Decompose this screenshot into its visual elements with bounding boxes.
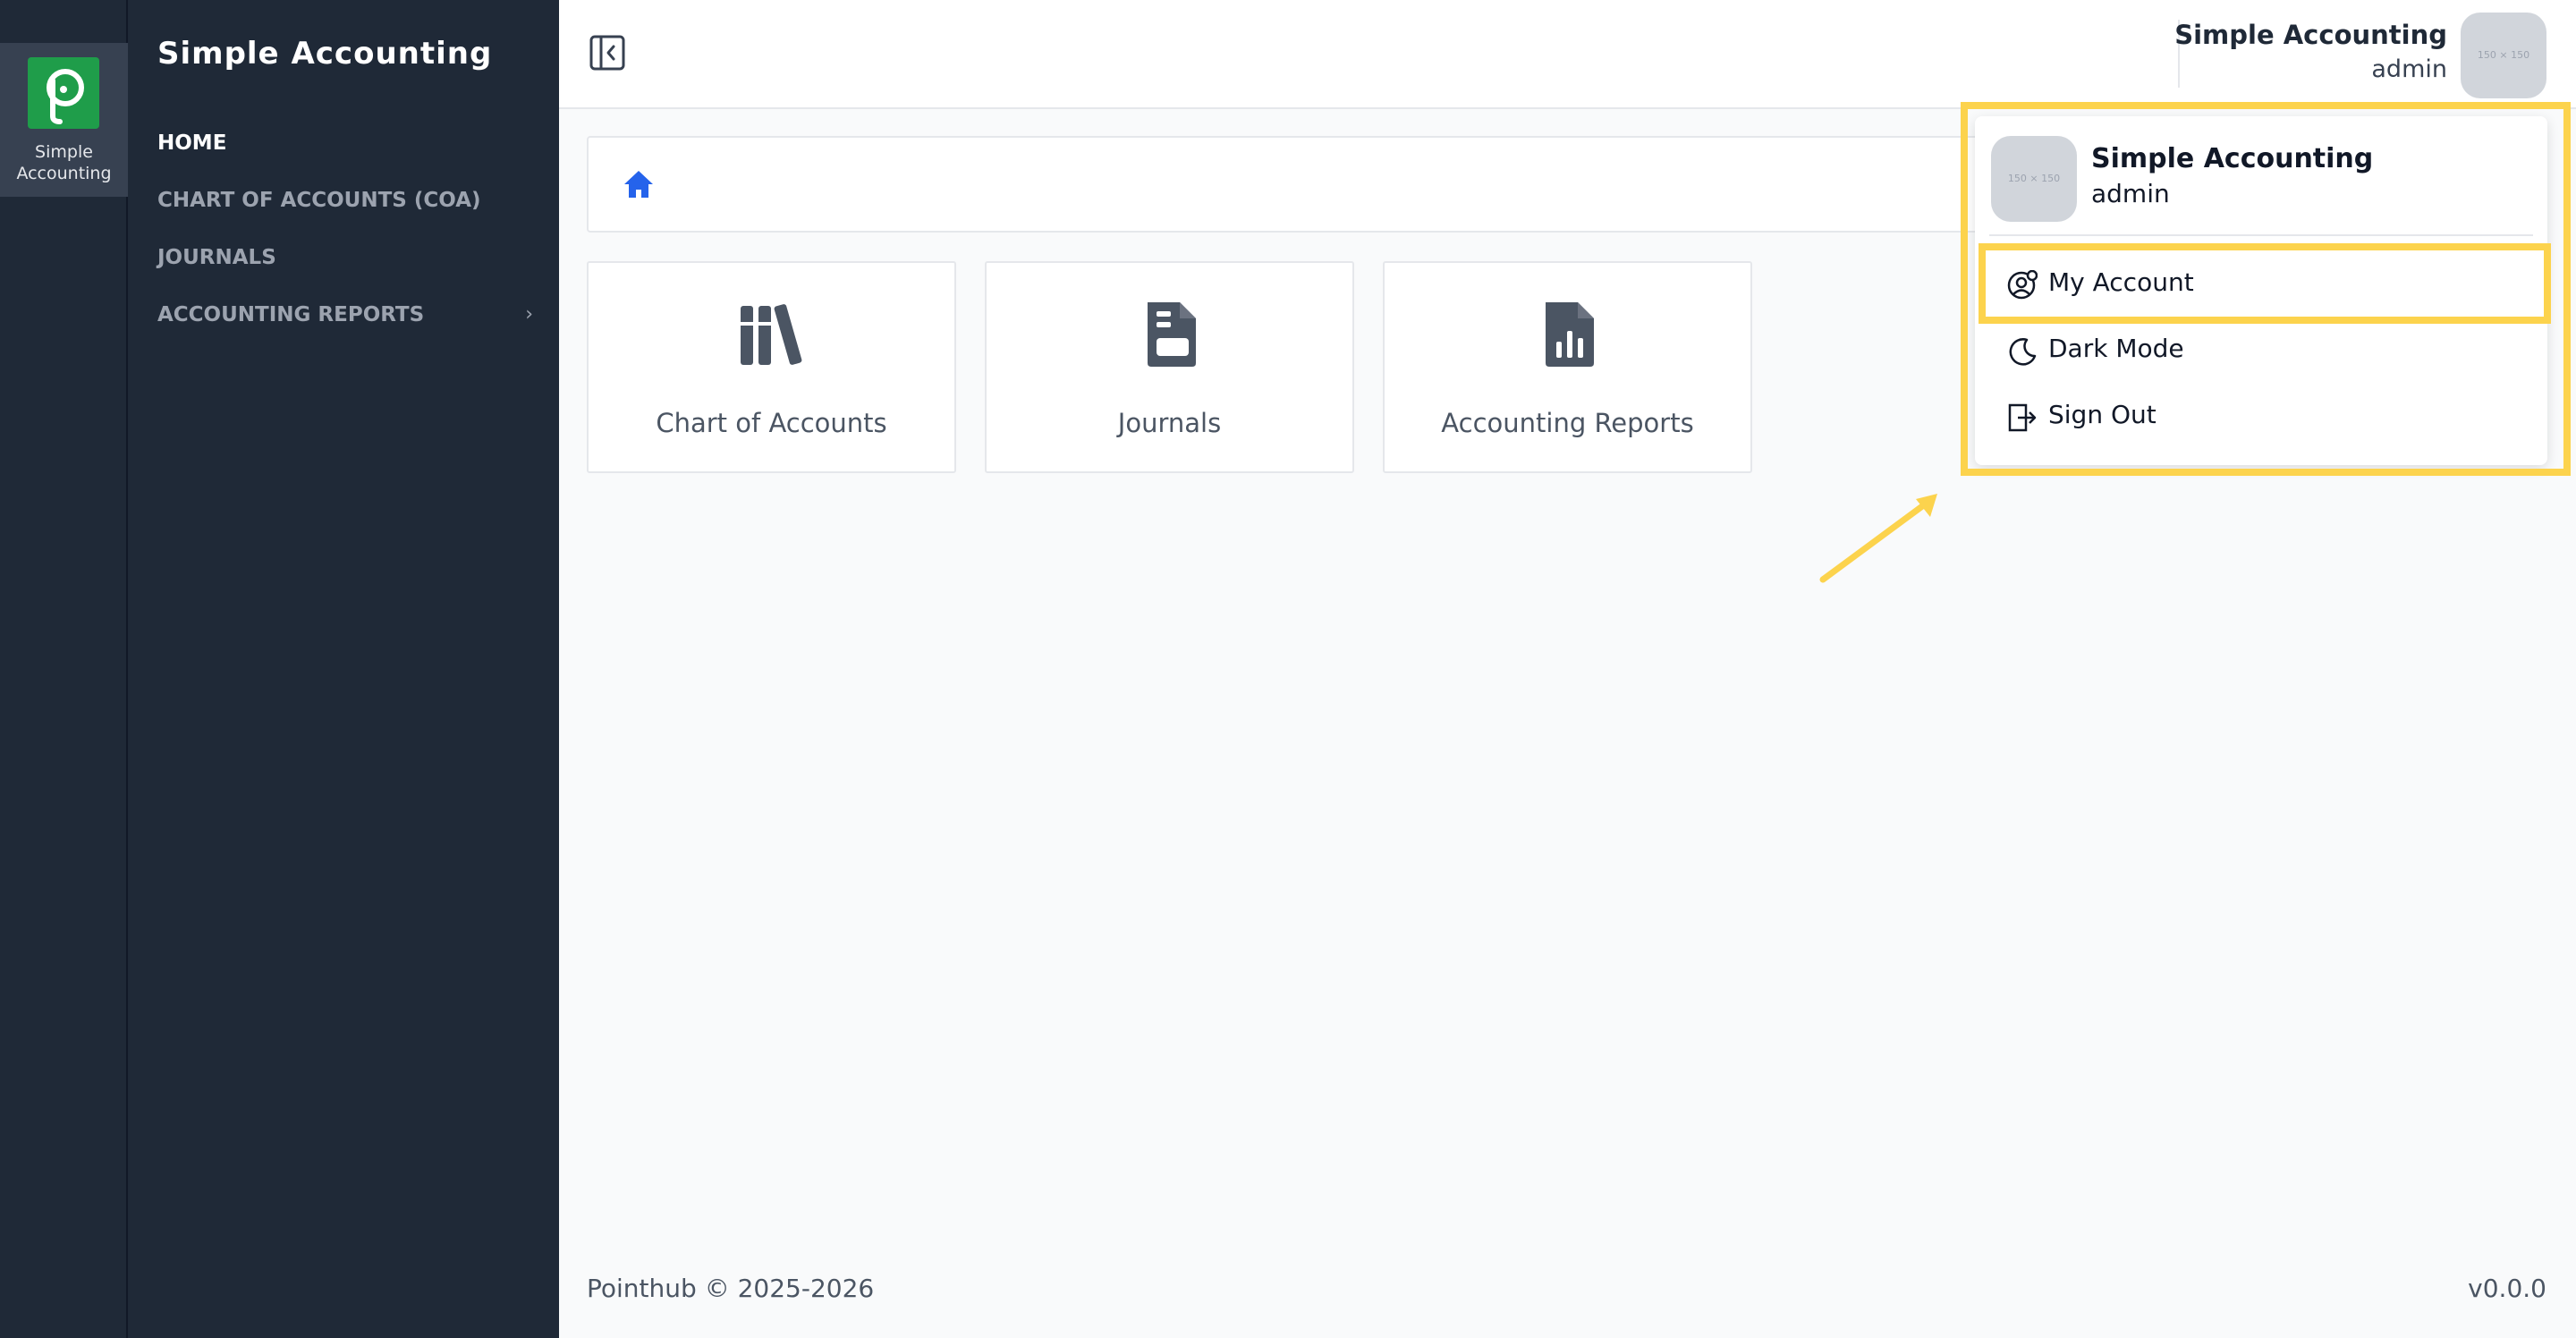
- topbar-user-name[interactable]: Simple Accounting: [2174, 20, 2447, 50]
- chevron-right-icon: ›: [525, 303, 533, 326]
- footer-version: v0.0.0: [2468, 1274, 2546, 1303]
- sidebar-item-home[interactable]: HOME: [157, 125, 533, 161]
- footer-copyright: Pointhub © 2025-2026: [587, 1274, 875, 1303]
- topbar: Simple Accounting admin 150 × 150: [559, 0, 2576, 109]
- card-label: Journals: [1117, 408, 1222, 438]
- sidebar-item-journals[interactable]: JOURNALS: [157, 240, 533, 275]
- card-journals[interactable]: Journals: [985, 261, 1354, 473]
- annotation-arrow-icon: [1816, 483, 1968, 590]
- sidebar: Simple Accounting HOME CHART OF ACCOUNTS…: [128, 0, 559, 1338]
- sidebar-collapse-button[interactable]: [589, 34, 626, 72]
- app-logo-icon: [28, 57, 99, 129]
- books-icon: [737, 299, 809, 370]
- sidebar-item-chart-of-accounts[interactable]: CHART OF ACCOUNTS (COA): [157, 182, 533, 218]
- breadcrumb: [587, 136, 1989, 233]
- topbar-avatar[interactable]: 150 × 150: [2461, 13, 2546, 98]
- card-chart-of-accounts[interactable]: Chart of Accounts: [587, 261, 956, 473]
- home-icon[interactable]: [621, 166, 657, 202]
- sidebar-item-accounting-reports[interactable]: ACCOUNTING REPORTS ›: [157, 297, 533, 333]
- card-label: Accounting Reports: [1441, 408, 1694, 438]
- sidebar-title: Simple Accounting: [157, 36, 493, 72]
- topbar-user-role[interactable]: admin: [2371, 55, 2447, 83]
- file-chart-icon: [1533, 299, 1605, 370]
- card-label: Chart of Accounts: [656, 408, 887, 438]
- card-accounting-reports[interactable]: Accounting Reports: [1383, 261, 1752, 473]
- file-text-icon: [1135, 299, 1207, 370]
- sidebar-collapse-icon: [589, 35, 625, 71]
- rail-app-simple-accounting[interactable]: Simple Accounting: [0, 43, 128, 197]
- my-account-highlight-frame: [1979, 243, 2551, 324]
- rail-app-label: Simple Accounting: [16, 142, 112, 183]
- app-rail: Simple Accounting: [0, 0, 128, 1338]
